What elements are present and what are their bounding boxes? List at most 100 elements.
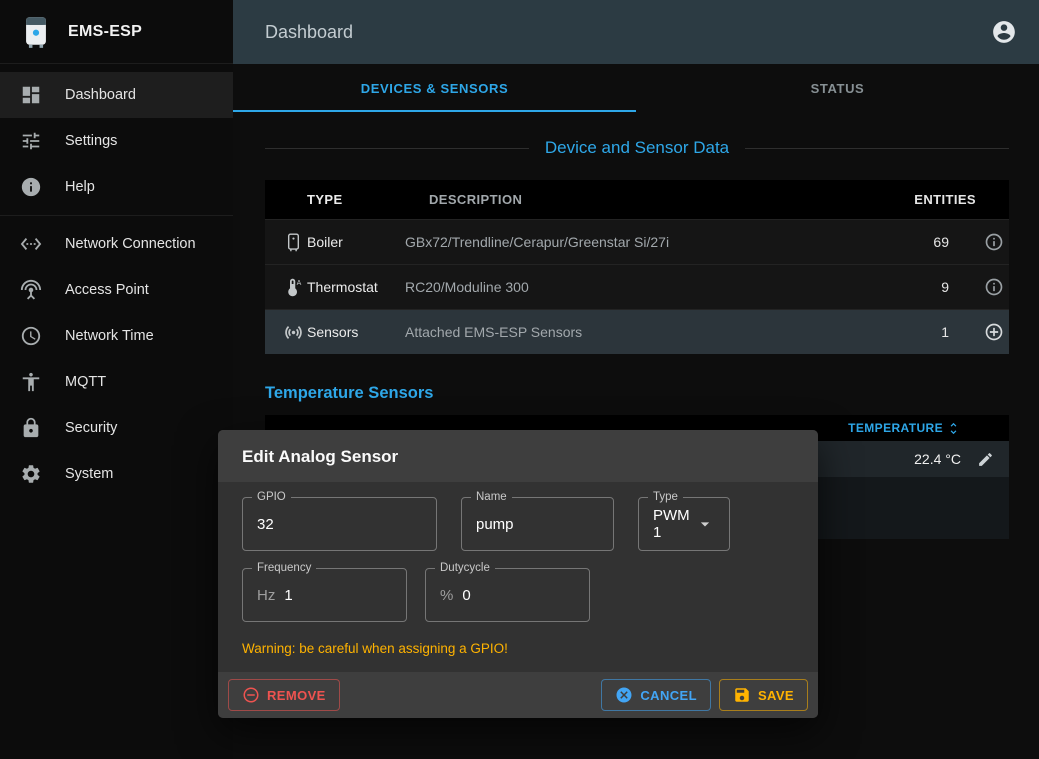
header-entities: ENTITIES [869,192,1009,207]
frequency-field[interactable]: Frequency Hz [242,568,407,622]
info-icon[interactable] [984,277,1004,297]
tab-bar: DEVICES & SENSORS STATUS [233,64,1039,112]
sidebar-item-network-time[interactable]: Network Time [0,313,233,359]
sidebar-nav: Dashboard Settings Help Network Connecti [0,64,233,497]
row-description: Attached EMS-ESP Sensors [405,324,869,340]
sidebar-item-access-point[interactable]: Access Point [0,267,233,313]
save-button[interactable]: SAVE [719,679,808,711]
lock-icon [20,416,44,440]
temperature-column-label: TEMPERATURE [848,421,943,435]
sidebar-item-security[interactable]: Security [0,405,233,451]
section-title-text: Device and Sensor Data [545,138,729,158]
sidebar-item-settings[interactable]: Settings [0,118,233,164]
app-header: EMS-ESP [0,0,233,64]
temperature-value: 22.4 °C [914,451,961,467]
row-description: RC20/Moduline 300 [405,279,869,295]
sidebar-item-label: Dashboard [65,87,136,103]
sidebar-item-label: Help [65,179,95,195]
appbar: Dashboard [233,0,1039,64]
frequency-field-label: Frequency [252,561,316,575]
sidebar-item-system[interactable]: System [0,451,233,497]
tab-status[interactable]: STATUS [636,64,1039,112]
table-row-thermostat[interactable]: A Thermostat RC20/Moduline 300 9 [265,264,1009,309]
type-select[interactable]: Type PWM 1 [638,497,730,551]
app-logo-icon [18,14,54,50]
gear-icon [20,462,44,486]
dialog-body: GPIO Name Type PWM 1 Frequency [218,482,818,672]
clock-icon [20,324,44,348]
type-selected-value: PWM 1 [653,507,695,541]
header-type: TYPE [307,192,429,207]
account-icon[interactable] [991,19,1017,45]
sensors-icon [283,322,307,343]
dialog-title: Edit Analog Sensor [218,430,818,482]
row-type: Boiler [307,234,405,250]
dashboard-icon [20,83,44,107]
remove-circle-icon [242,686,260,704]
dutycycle-input[interactable] [462,587,575,604]
chevron-down-icon [695,514,715,534]
boiler-icon [283,232,307,253]
thermostat-icon: A [283,277,307,298]
mqtt-icon [20,370,44,394]
tab-devices-sensors[interactable]: DEVICES & SENSORS [233,64,636,112]
svg-text:A: A [297,279,302,286]
sidebar-item-label: Security [65,420,117,436]
row-type: Sensors [307,324,405,340]
table-row-boiler[interactable]: Boiler GBx72/Trendline/Cerapur/Greenstar… [265,219,1009,264]
add-circle-icon[interactable] [984,322,1004,342]
name-field-label: Name [471,490,512,504]
frequency-input[interactable] [284,587,392,604]
sidebar-item-dashboard[interactable]: Dashboard [0,72,233,118]
header-description: DESCRIPTION [429,192,869,207]
sidebar-item-label: Settings [65,133,117,149]
edit-analog-sensor-dialog: Edit Analog Sensor GPIO Name Type PWM 1 [218,430,818,718]
remove-button[interactable]: REMOVE [228,679,340,711]
save-button-label: SAVE [758,688,794,703]
sort-icon [946,421,961,436]
app-title: EMS-ESP [68,23,142,41]
info-icon [20,175,44,199]
row-entities: 9 [869,279,949,295]
row-type: Thermostat [307,279,405,295]
app-window: EMS-ESP Dashboard Settings Help [0,0,1039,759]
dutycycle-field-label: Dutycycle [435,561,495,575]
dutycycle-unit: % [440,587,453,604]
tab-label: STATUS [811,81,865,96]
sidebar-item-label: MQTT [65,374,106,390]
section-title: Device and Sensor Data [265,138,1009,158]
sidebar-item-help[interactable]: Help [0,164,233,210]
temperature-sensors-title: Temperature Sensors [265,384,1009,403]
page-title: Dashboard [265,22,991,43]
table-row-sensors[interactable]: Sensors Attached EMS-ESP Sensors 1 [265,309,1009,354]
cancel-button[interactable]: CANCEL [601,679,711,711]
gpio-input[interactable] [257,516,422,533]
sidebar-item-mqtt[interactable]: MQTT [0,359,233,405]
sidebar-item-label: Network Time [65,328,154,344]
sidebar-divider [0,215,233,216]
cancel-button-label: CANCEL [640,688,697,703]
dutycycle-field[interactable]: Dutycycle % [425,568,590,622]
sidebar-item-label: Access Point [65,282,149,298]
dialog-actions: REMOVE CANCEL SAVE [218,672,818,718]
cancel-circle-icon [615,686,633,704]
tab-label: DEVICES & SENSORS [361,81,508,96]
row-description: GBx72/Trendline/Cerapur/Greenstar Si/27i [405,234,869,250]
info-icon[interactable] [984,232,1004,252]
temperature-column-header[interactable]: TEMPERATURE [848,421,961,436]
sidebar-item-network-connection[interactable]: Network Connection [0,221,233,267]
type-field-label: Type [648,490,683,504]
save-icon [733,686,751,704]
edit-pencil-icon[interactable] [977,451,994,468]
device-table: TYPE DESCRIPTION ENTITIES Boiler GBx72/T… [265,180,1009,354]
tune-icon [20,129,44,153]
remove-button-label: REMOVE [267,688,326,703]
row-entities: 69 [869,234,949,250]
row-entities: 1 [869,324,949,340]
gpio-field[interactable]: GPIO [242,497,437,551]
name-field[interactable]: Name [461,497,614,551]
gpio-warning-text: Warning: be careful when assigning a GPI… [242,641,794,656]
antenna-icon [20,278,44,302]
device-table-header: TYPE DESCRIPTION ENTITIES [265,180,1009,219]
name-input[interactable] [476,516,599,533]
